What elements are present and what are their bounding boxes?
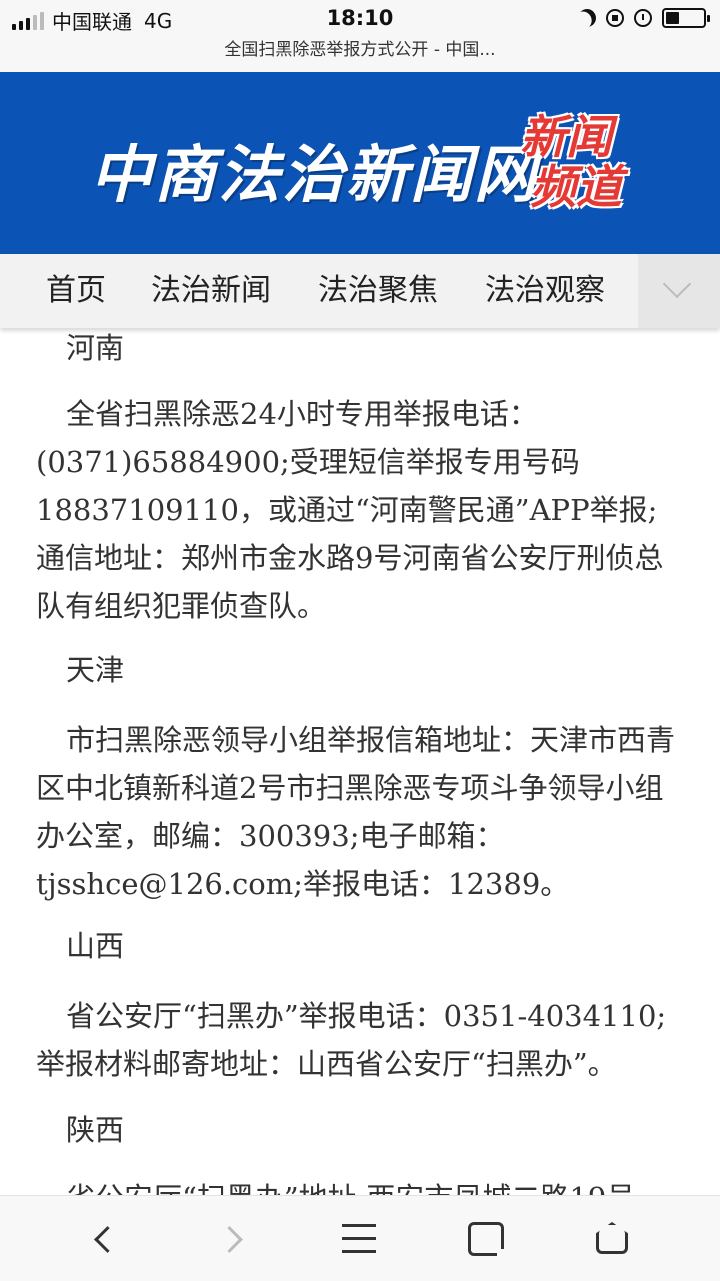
do-not-disturb-icon [575,6,600,31]
section-heading-tianjin: 天津 [66,653,125,687]
channel-badge: 新闻 频道 [520,112,632,212]
status-bar: 中国联通 4G 18:10 [0,0,720,40]
chevron-down-icon [662,269,692,299]
article-body: 河南 全省扫黑除恶24小时专用举报电话：(0371)65884900;受理短信举… [0,328,720,1195]
badge-line1: 新闻 [520,110,612,164]
home-icon[interactable] [594,1220,634,1260]
nav-item-legal-watch[interactable]: 法治观察 [485,254,605,328]
rotation-lock-icon [606,9,624,27]
alarm-icon [634,9,652,27]
section-heading-shaanxi: 陕西 [66,1113,125,1147]
nav-item-legal-news[interactable]: 法治新闻 [151,254,271,328]
badge-line2: 频道 [530,160,622,214]
channel-nav: 首页 法治新闻 法治聚焦 法治观察 [0,254,720,328]
paragraph-shaanxi: 省公安厅“扫黑办”地址:西安市凤城二路19号 [36,1174,686,1195]
nav-item-home[interactable]: 首页 [46,254,106,328]
back-icon[interactable] [86,1220,126,1260]
section-heading-shanxi: 山西 [66,929,125,963]
site-banner[interactable]: 中商法治新闻网 新闻 频道 [0,72,720,254]
site-logo-text: 中商法治新闻网 [90,138,539,211]
tabs-icon[interactable] [468,1222,507,1259]
battery-icon [662,8,710,28]
nav-more-button[interactable] [638,254,720,328]
menu-icon[interactable] [340,1220,380,1260]
battery-level [666,12,679,24]
section-heading-henan: 河南 [66,331,125,365]
page-title: 全国扫黑除恶举报方式公开 - 中国... [0,40,720,72]
forward-icon[interactable] [214,1220,254,1260]
status-right [575,6,710,31]
browser-toolbar [0,1195,720,1281]
nav-item-legal-focus[interactable]: 法治聚焦 [318,254,438,328]
paragraph-shanxi: 省公安厅“扫黑办”举报电话：0351-4034110;举报材料邮寄地址：山西省公… [36,999,667,1081]
paragraph-tianjin: 市扫黑除恶领导小组举报信箱地址：天津市西青区中北镇新科道2号市扫黑除恶专项斗争领… [36,723,676,901]
paragraph-henan: 全省扫黑除恶24小时专用举报电话：(0371)65884900;受理短信举报专用… [36,397,664,623]
